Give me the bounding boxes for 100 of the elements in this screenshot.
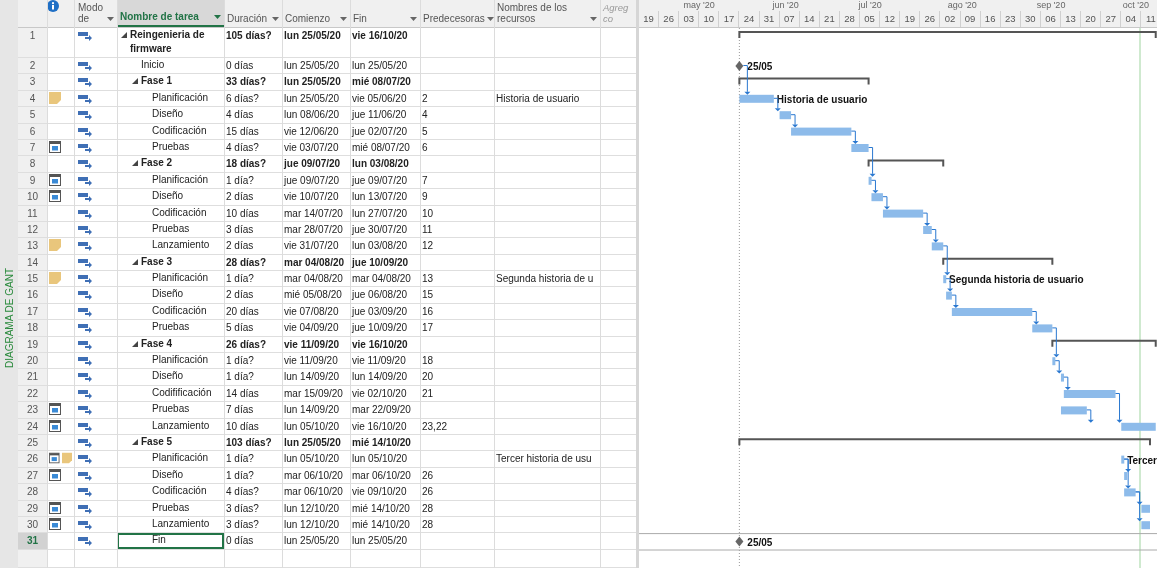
dropdown-caret-icon[interactable]: [486, 17, 494, 21]
task-name-cell[interactable]: Lanzamiento: [117, 418, 224, 434]
summary-bar[interactable]: [942, 257, 1054, 266]
table-row[interactable]: 10 Diseño 2 días vie 10/07/20 lun 13/07/20 9: [18, 189, 636, 206]
task-name-cell[interactable]: Inicio: [117, 58, 224, 74]
task-bar[interactable]: [1124, 472, 1128, 480]
task-name-cell[interactable]: Fase 1: [117, 74, 224, 90]
column-header[interactable]: Comienzo: [282, 0, 350, 27]
table-row[interactable]: 28 Codificación 4 días? mar 06/10/20 vie 09/10/20 26: [18, 484, 636, 501]
task-bar[interactable]: [791, 127, 852, 136]
task-bar[interactable]: [1032, 324, 1053, 333]
table-row[interactable]: 29 Pruebas 3 días? lun 12/10/20 mié 14/10/20 28: [18, 500, 636, 517]
task-name-cell[interactable]: Pruebas: [117, 402, 224, 418]
task-name-cell[interactable]: Codificación: [117, 123, 224, 139]
row-number[interactable]: 10: [18, 189, 47, 205]
dropdown-caret-icon[interactable]: [214, 15, 221, 19]
collapse-triangle-icon[interactable]: [132, 78, 138, 85]
table-row[interactable]: 31 Fin 0 días lun 25/05/20 lun 25/05/20: [18, 533, 636, 550]
task-name-cell[interactable]: Fase 2: [117, 156, 224, 172]
table-row[interactable]: 18 Pruebas 5 días vie 04/09/20 jue 10/09/20 17: [18, 320, 636, 337]
summary-bar[interactable]: [1051, 339, 1157, 348]
table-row[interactable]: 22 Codifificación 14 días mar 15/09/20 vie 02/10/20 21: [18, 385, 636, 403]
table-row[interactable]: 17 Codificación 20 días vie 07/08/20 jue 03/09/20 16: [18, 303, 636, 321]
table-row[interactable]: 15 Planificación 1 día? mar 04/08/20 mar 04/08/20 13 Segunda historia de u: [18, 271, 636, 288]
task-name-cell[interactable]: Pruebas: [117, 500, 224, 516]
task-bar[interactable]: [1060, 373, 1064, 382]
table-row[interactable]: 16 Diseño 2 días mié 05/08/20 jue 06/08/20 15: [18, 287, 636, 304]
task-bar[interactable]: [1063, 390, 1116, 398]
table-row[interactable]: 11 Codificación 10 días mar 14/07/20 lun 27/07/20 10: [18, 205, 636, 222]
row-number[interactable]: 23: [18, 402, 47, 418]
task-name-cell[interactable]: Pruebas: [117, 221, 224, 238]
table-row[interactable]: 8 Fase 2 18 días? jue 09/07/20 lun 03/08/20: [18, 156, 636, 173]
task-name-cell[interactable]: Fin: [117, 533, 224, 549]
dropdown-caret-icon[interactable]: [107, 17, 114, 21]
task-name-cell[interactable]: Codifificación: [117, 385, 224, 402]
task-bar[interactable]: [739, 94, 774, 103]
task-bar[interactable]: [1052, 357, 1056, 366]
task-name-cell[interactable]: Codificación: [117, 484, 224, 500]
summary-bar[interactable]: [867, 159, 945, 168]
row-number[interactable]: 20: [18, 353, 47, 369]
task-name-cell[interactable]: Pruebas: [117, 139, 224, 156]
table-row[interactable]: 9 Planificación 1 día? jue 09/07/20 jue 09/07/20 7: [18, 172, 636, 190]
table-row[interactable]: 23 Pruebas 7 días lun 14/09/20 mar 22/09/20: [18, 402, 636, 419]
row-number[interactable]: 1: [18, 28, 47, 57]
task-name-cell[interactable]: Codificación: [117, 303, 224, 320]
task-name-cell[interactable]: Planificación: [117, 172, 224, 189]
task-name-cell[interactable]: Codificación: [117, 205, 224, 221]
task-bar[interactable]: [1141, 521, 1150, 530]
task-name-cell[interactable]: Planificación: [117, 90, 224, 107]
dropdown-caret-icon[interactable]: [272, 17, 279, 21]
table-row[interactable]: 25 Fase 5 103 días? lun 25/05/20 mié 14/10/20: [18, 435, 636, 452]
table-row[interactable]: 4 Planificación 6 días? lun 25/05/20 vie 05/06/20 2 Historia de usuario: [18, 90, 636, 108]
milestone-diamond[interactable]: [735, 61, 744, 71]
row-number[interactable]: 31: [18, 533, 47, 549]
task-bar[interactable]: [871, 193, 883, 202]
task-bar[interactable]: [882, 209, 924, 218]
column-header[interactable]: Fin: [350, 0, 420, 27]
table-row[interactable]: 24 Lanzamiento 10 días lun 05/10/20 vie 16/10/20 23,22: [18, 418, 636, 435]
task-name-cell[interactable]: Fase 4: [117, 336, 224, 353]
task-name-cell[interactable]: Fase 5: [117, 435, 224, 451]
row-number[interactable]: 13: [18, 238, 47, 254]
collapse-triangle-icon[interactable]: [132, 439, 138, 445]
row-number[interactable]: 28: [18, 484, 47, 500]
table-row[interactable]: 2 Inicio 0 días lun 25/05/20 lun 25/05/20: [18, 58, 636, 75]
row-number[interactable]: 2: [18, 58, 47, 74]
view-label[interactable]: DIAGRAMA DE GANT: [3, 268, 15, 368]
row-number[interactable]: 26: [18, 451, 47, 467]
table-row[interactable]: 27 Diseño 1 día? mar 06/10/20 mar 06/10/20 26: [18, 467, 636, 485]
table-row[interactable]: 3 Fase 1 33 días? lun 25/05/20 mié 08/07/20: [18, 74, 636, 91]
collapse-triangle-icon[interactable]: [121, 32, 127, 38]
table-row[interactable]: 14 Fase 3 28 días? mar 04/08/20 jue 10/09/20: [18, 254, 636, 272]
task-bar[interactable]: [1060, 406, 1087, 415]
column-header[interactable]: Nombres de los recursos: [494, 0, 600, 27]
dropdown-caret-icon[interactable]: [410, 17, 417, 21]
column-header[interactable]: Predecesoras: [420, 0, 494, 27]
task-name-cell[interactable]: Reingenieria de firmware: [117, 28, 224, 57]
task-bar[interactable]: [943, 275, 947, 284]
table-row[interactable]: 5 Diseño 4 días lun 08/06/20 jue 11/06/20 4: [18, 107, 636, 124]
row-number[interactable]: 3: [18, 74, 47, 90]
table-row[interactable]: 30 Lanzamiento 3 días? lun 12/10/20 mié 14/10/20 28: [18, 516, 636, 534]
summary-bar[interactable]: [738, 77, 870, 86]
row-number[interactable]: 15: [18, 271, 47, 287]
table-row[interactable]: 12 Pruebas 3 días mar 28/07/20 jue 30/07/20 11: [18, 221, 636, 239]
task-name-cell[interactable]: Diseño: [117, 287, 224, 303]
task-name-cell[interactable]: Lanzamiento: [117, 238, 224, 254]
table-row[interactable]: 6 Codificación 15 días vie 12/06/20 jue 02/07/20 5: [18, 123, 636, 140]
row-number[interactable]: 8: [18, 156, 47, 172]
task-bar[interactable]: [851, 144, 869, 152]
table-row[interactable]: 19 Fase 4 26 días? vie 11/09/20 vie 16/10/20: [18, 336, 636, 354]
row-number[interactable]: 16: [18, 287, 47, 303]
task-bar[interactable]: [868, 176, 872, 185]
task-name-cell[interactable]: Fase 3: [117, 254, 224, 271]
task-bar[interactable]: [951, 308, 1033, 316]
task-bar[interactable]: [779, 111, 792, 120]
table-row[interactable]: 1 Reingenieria de firmware 105 días? lun 25/05/20 vie 16/10/20: [18, 28, 636, 58]
summary-bar[interactable]: [738, 31, 1157, 39]
task-bar[interactable]: [1121, 422, 1156, 431]
task-bar[interactable]: [931, 242, 944, 251]
summary-bar[interactable]: [738, 438, 1151, 447]
task-name-cell[interactable]: Planificación: [117, 353, 224, 369]
